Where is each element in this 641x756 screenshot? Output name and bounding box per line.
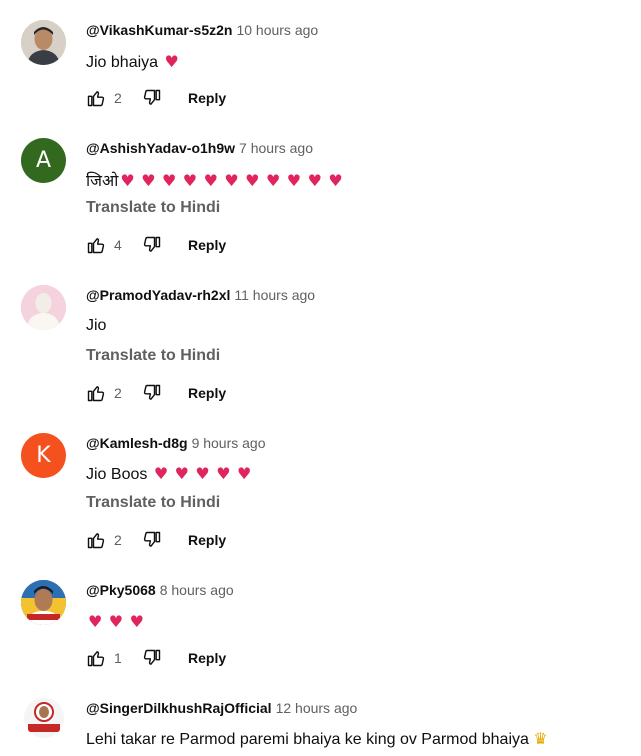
heart-icon: ♥ xyxy=(286,171,302,190)
reply-button[interactable]: Reply xyxy=(188,532,226,548)
heart-icon: ♥ xyxy=(195,464,210,483)
thumbs-down-icon[interactable] xyxy=(142,383,162,403)
author-name[interactable]: @Kamlesh-d8g xyxy=(86,435,188,451)
heart-icon: ♥ xyxy=(153,464,169,483)
heart-icon: ♥ xyxy=(174,464,189,483)
avatar[interactable] xyxy=(21,580,66,625)
author-name[interactable]: @AshishYadav-o1h9w xyxy=(86,140,235,156)
translate-link[interactable]: Translate to Hindi xyxy=(86,347,220,365)
author-name[interactable]: @SingerDilkhushRajOfficial xyxy=(86,700,272,716)
avatar[interactable]: A xyxy=(21,138,66,183)
like-count: 2 xyxy=(114,90,122,106)
comment-body: Jio Boos xyxy=(86,466,148,483)
heart-icon: ♥ xyxy=(307,171,322,190)
translate-link[interactable]: Translate to Hindi xyxy=(86,494,220,512)
avatar-letter: A xyxy=(35,148,52,173)
comment-header: @PramodYadav-rh2xl 11 hours ago xyxy=(86,287,315,303)
thumbs-up-icon[interactable] xyxy=(86,530,106,550)
like-count: 2 xyxy=(114,385,122,401)
comment-actions: 2 Reply xyxy=(86,86,226,110)
comment-body: Jio bhaiya xyxy=(86,54,159,71)
comment-body: जिओ xyxy=(86,171,119,190)
comment-time[interactable]: 12 hours ago xyxy=(276,700,358,716)
crown-icon: ♛ xyxy=(533,729,548,748)
comment-body: Jio xyxy=(86,317,107,334)
heart-icon: ♥ xyxy=(245,171,260,190)
author-name[interactable]: @Pky5068 xyxy=(86,582,156,598)
avatar-photo xyxy=(21,580,66,625)
avatar[interactable] xyxy=(21,285,66,330)
heart-icon: ♥ xyxy=(161,171,177,190)
thumbs-down-icon[interactable] xyxy=(142,648,162,668)
avatar-photo xyxy=(21,285,66,330)
comment-time[interactable]: 9 hours ago xyxy=(192,435,266,451)
thumbs-up-icon[interactable] xyxy=(86,235,106,255)
reply-button[interactable]: Reply xyxy=(188,237,226,253)
comment-text: Lehi takar re Parmod paremi bhaiya ke ki… xyxy=(86,729,548,749)
avatar[interactable]: K xyxy=(21,433,66,478)
heart-icon: ♥ xyxy=(203,171,218,190)
like-count: 1 xyxy=(114,650,122,666)
reply-button[interactable]: Reply xyxy=(188,650,226,666)
heart-icon: ♥ xyxy=(216,464,231,483)
comment-time[interactable]: 11 hours ago xyxy=(234,287,315,303)
like-count: 2 xyxy=(114,532,122,548)
comment-body: Lehi takar re Parmod paremi bhaiya ke ki… xyxy=(86,731,529,748)
like-count: 4 xyxy=(114,237,122,253)
heart-icon: ♥ xyxy=(164,52,179,71)
thumbs-up-icon[interactable] xyxy=(86,648,106,668)
thumbs-down-icon[interactable] xyxy=(142,88,162,108)
comment-header: @VikashKumar-s5z2n 10 hours ago xyxy=(86,22,318,38)
comment-actions: 2 Reply xyxy=(86,381,226,405)
comment-text: Jio Boos ♥ ♥ ♥ ♥ ♥ xyxy=(86,464,251,484)
thumbs-down-icon[interactable] xyxy=(142,530,162,550)
comment-time[interactable]: 10 hours ago xyxy=(236,22,318,38)
comment-header: @AshishYadav-o1h9w 7 hours ago xyxy=(86,140,313,156)
avatar[interactable] xyxy=(24,698,64,738)
heart-icon: ♥ xyxy=(328,171,343,190)
comment-text: जिओ ♥ ♥ ♥ ♥ ♥ ♥ ♥ ♥ ♥ ♥ ♥ xyxy=(86,169,343,191)
heart-icon: ♥ xyxy=(120,171,135,190)
avatar-letter: K xyxy=(36,443,51,468)
avatar[interactable] xyxy=(21,20,66,65)
heart-icon: ♥ xyxy=(129,612,144,631)
avatar-photo xyxy=(24,698,64,738)
thumbs-down-icon[interactable] xyxy=(142,235,162,255)
author-name[interactable]: @VikashKumar-s5z2n xyxy=(86,22,232,38)
heart-icon: ♥ xyxy=(182,171,198,190)
heart-icon: ♥ xyxy=(108,612,124,631)
comment-actions: 2 Reply xyxy=(86,528,226,552)
comment-text: ♥ ♥ ♥ xyxy=(86,612,144,632)
comment-text: Jio xyxy=(86,317,106,335)
thumbs-up-icon[interactable] xyxy=(86,383,106,403)
comment-header: @Kamlesh-d8g 9 hours ago xyxy=(86,435,266,451)
reply-button[interactable]: Reply xyxy=(188,385,226,401)
comment-header: @Pky5068 8 hours ago xyxy=(86,582,234,598)
comment-actions: 4 Reply xyxy=(86,233,226,257)
translate-link[interactable]: Translate to Hindi xyxy=(86,199,220,217)
heart-icon: ♥ xyxy=(224,171,239,190)
author-name[interactable]: @PramodYadav-rh2xl xyxy=(86,287,230,303)
comment-time[interactable]: 8 hours ago xyxy=(160,582,234,598)
heart-icon: ♥ xyxy=(265,171,281,190)
comment-text: Jio bhaiya ♥ xyxy=(86,52,179,72)
thumbs-up-icon[interactable] xyxy=(86,88,106,108)
reply-button[interactable]: Reply xyxy=(188,90,226,106)
comment-header: @SingerDilkhushRajOfficial 12 hours ago xyxy=(86,700,357,716)
heart-icon: ♥ xyxy=(141,171,156,190)
comment-time[interactable]: 7 hours ago xyxy=(239,140,313,156)
comment-actions: 1 Reply xyxy=(86,646,226,670)
heart-icon: ♥ xyxy=(88,612,103,631)
avatar-photo xyxy=(21,20,66,65)
heart-icon: ♥ xyxy=(237,464,252,483)
